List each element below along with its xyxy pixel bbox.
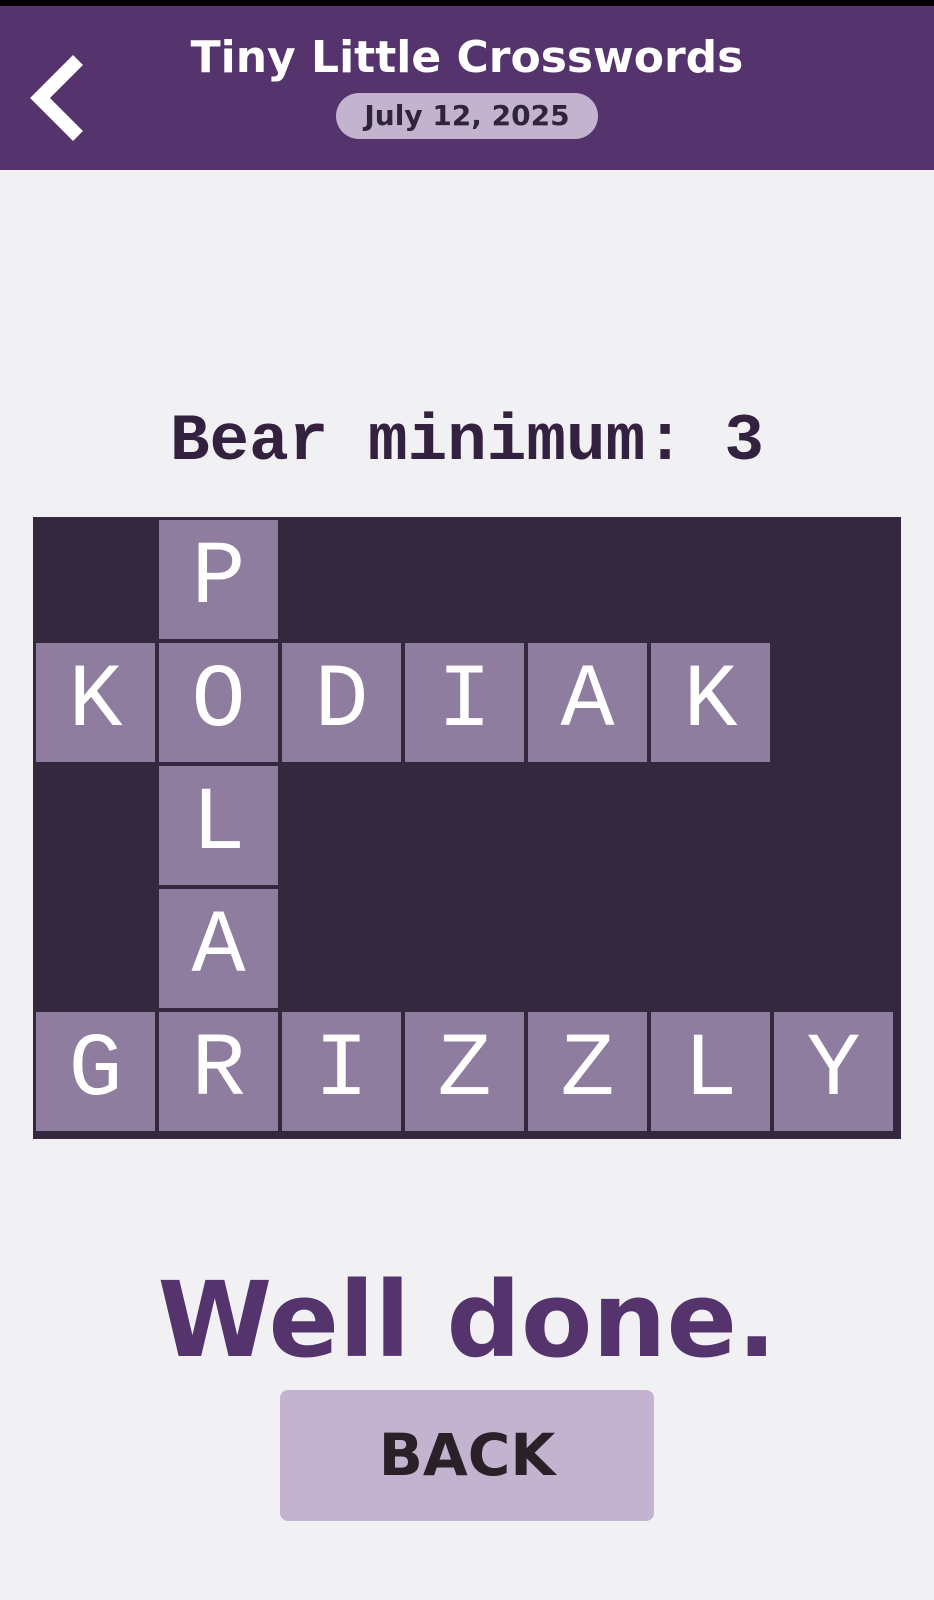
grid-cell[interactable]: A <box>528 643 647 762</box>
grid-cell[interactable]: I <box>405 643 524 762</box>
grid-cell[interactable]: L <box>159 766 278 885</box>
grid-cell[interactable]: Y <box>774 1012 893 1131</box>
grid-cell[interactable]: K <box>651 643 770 762</box>
grid-cell[interactable]: P <box>159 520 278 639</box>
app-header: Tiny Little Crosswords July 12, 2025 <box>0 6 934 170</box>
crossword-grid: PKODIAKLAGRIZZLY <box>33 517 901 1139</box>
grid-cell[interactable]: Z <box>528 1012 647 1131</box>
grid-cell[interactable]: R <box>159 1012 278 1131</box>
grid-cell[interactable]: D <box>282 643 401 762</box>
completion-message: Well done. <box>157 1259 777 1381</box>
grid-cell[interactable]: G <box>36 1012 155 1131</box>
app-title: Tiny Little Crosswords <box>190 32 744 83</box>
grid-cell[interactable]: I <box>282 1012 401 1131</box>
back-button[interactable]: BACK <box>280 1390 654 1521</box>
grid-cell[interactable]: A <box>159 889 278 1008</box>
grid-cell[interactable]: K <box>36 643 155 762</box>
date-badge: July 12, 2025 <box>336 93 598 139</box>
grid-cell[interactable]: O <box>159 643 278 762</box>
grid-cell[interactable]: L <box>651 1012 770 1131</box>
puzzle-clue: Bear minimum: 3 <box>169 404 765 479</box>
grid-cell[interactable]: Z <box>405 1012 524 1131</box>
